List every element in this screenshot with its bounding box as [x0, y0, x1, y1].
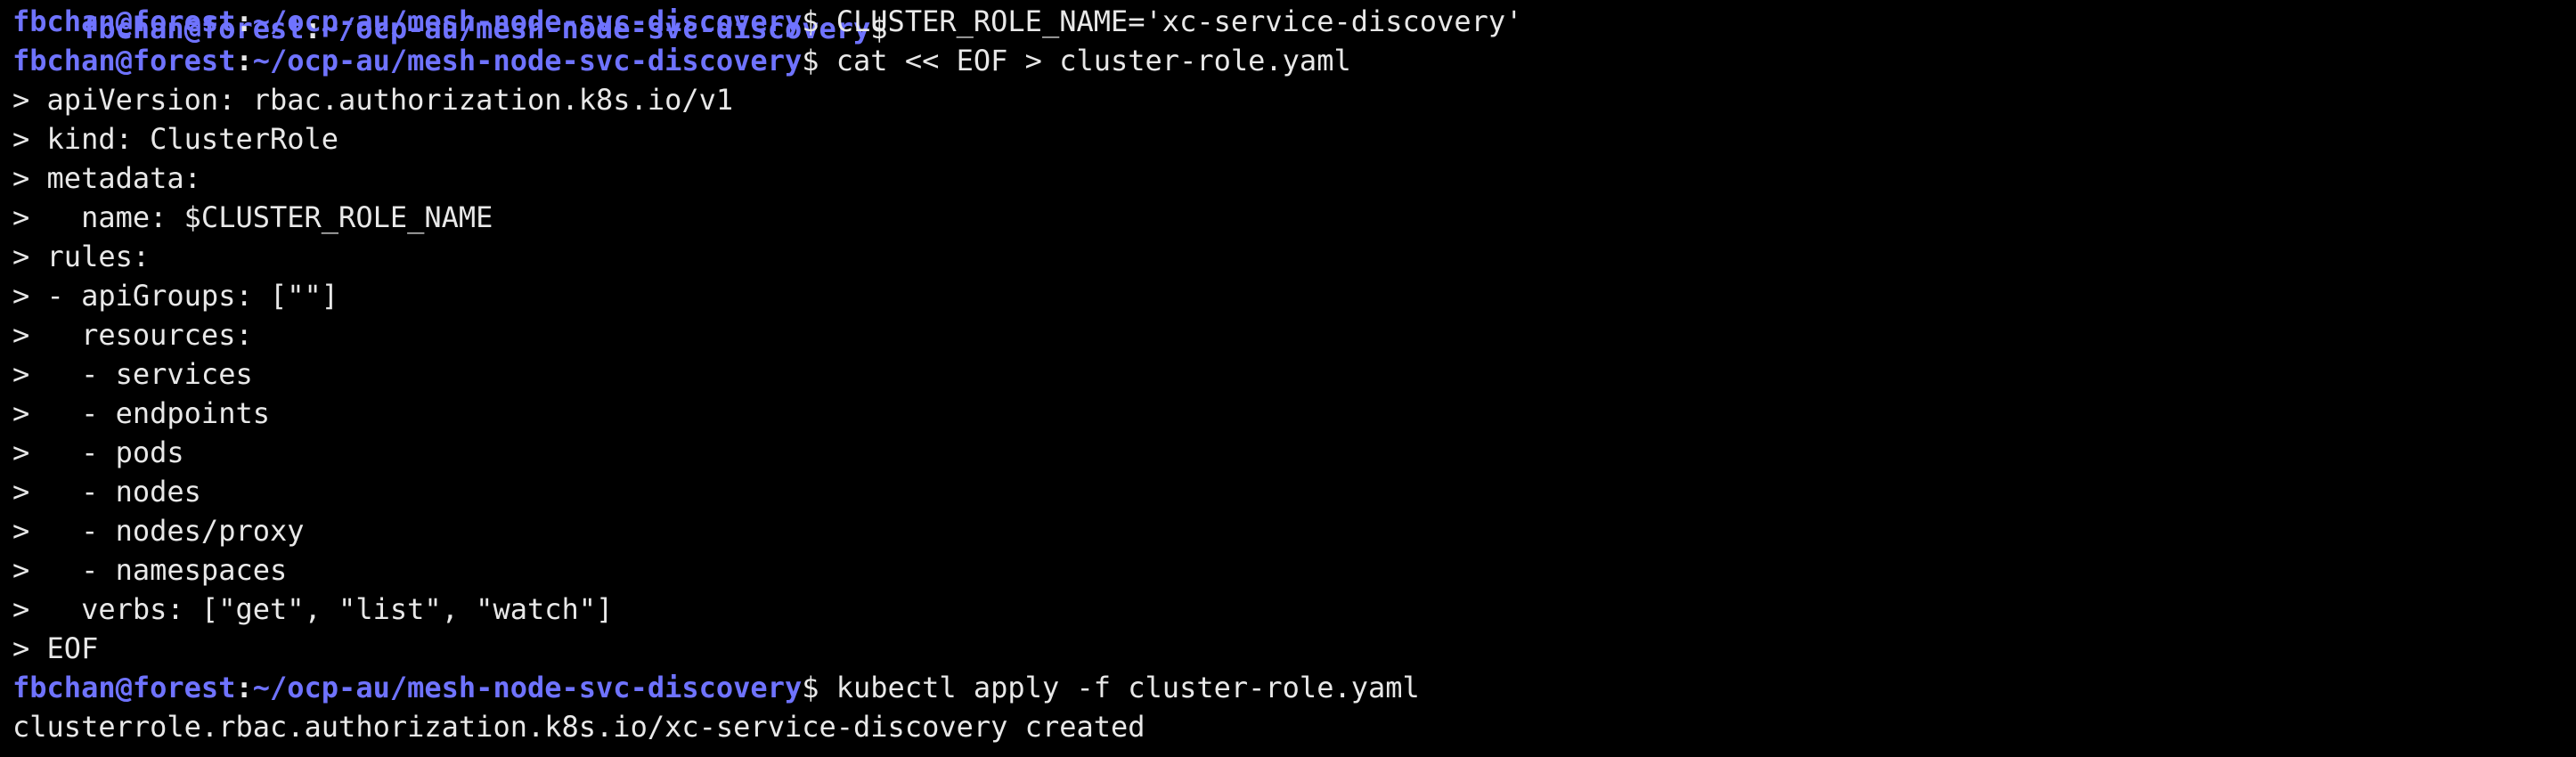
output-line: > resources: — [12, 315, 1522, 354]
output-text: > - namespaces — [12, 553, 288, 587]
output-text: > - services — [12, 357, 253, 391]
output-line: clusterrole.rbac.authorization.k8s.io/xc… — [12, 707, 1522, 746]
output-text: > - nodes/proxy — [12, 514, 305, 548]
output-text: > - pods — [12, 435, 184, 469]
output-text: > rules: — [12, 240, 151, 273]
prompt-colon: : — [235, 671, 253, 704]
output-line: > apiVersion: rbac.authorization.k8s.io/… — [12, 80, 1522, 119]
command-text: kubectl apply -f cluster-role.yaml — [819, 671, 1420, 704]
output-line: > - apiGroups: [""] — [12, 276, 1522, 315]
output-text: > kind: ClusterRole — [12, 122, 339, 156]
output-line: > name: $CLUSTER_ROLE_NAME — [12, 198, 1522, 237]
output-line: > - nodes/proxy — [12, 511, 1522, 550]
output-text: > name: $CLUSTER_ROLE_NAME — [12, 200, 493, 234]
prompt-dollar: $ — [802, 4, 819, 38]
prompt-line: fbchan@forest:~/ocp-au/mesh-node-svc-dis… — [12, 668, 1522, 707]
output-line: > metadata: — [12, 159, 1522, 198]
output-text: > EOF — [12, 631, 99, 665]
prompt-path: ~/ocp-au/mesh-node-svc-discovery — [252, 4, 803, 38]
prompt-line: fbchan@forest:~/ocp-au/mesh-node-svc-dis… — [12, 2, 1522, 41]
output-text: > - apiGroups: [""] — [12, 279, 339, 313]
prompt-dollar: $ — [802, 671, 819, 704]
command-text: cat << EOF > cluster-role.yaml — [819, 44, 1351, 77]
output-line: > - nodes — [12, 472, 1522, 511]
output-text: clusterrole.rbac.authorization.k8s.io/xc… — [12, 710, 1145, 744]
output-line: > verbs: ["get", "list", "watch"] — [12, 590, 1522, 629]
output-text: > - nodes — [12, 475, 201, 509]
command-text: CLUSTER_ROLE_NAME='xc-service-discovery' — [819, 4, 1523, 38]
prompt-colon: : — [235, 4, 253, 38]
output-line: > kind: ClusterRole — [12, 119, 1522, 159]
prompt-line: fbchan@forest:~/ocp-au/mesh-node-svc-dis… — [12, 41, 1522, 80]
output-line: > - endpoints — [12, 394, 1522, 433]
output-text: > - endpoints — [12, 396, 270, 430]
output-line: > - namespaces — [12, 550, 1522, 590]
output-line: > - pods — [12, 433, 1522, 472]
prompt-colon: : — [235, 44, 253, 77]
prompt-path: ~/ocp-au/mesh-node-svc-discovery — [252, 44, 803, 77]
output-text: > verbs: ["get", "list", "watch"] — [12, 592, 614, 626]
output-line: > EOF — [12, 629, 1522, 668]
output-text: > apiVersion: rbac.authorization.k8s.io/… — [12, 83, 734, 117]
output-line: > rules: — [12, 237, 1522, 276]
terminal-output: fbchan@forest:~/ocp-au/mesh-node-svc-dis… — [12, 2, 1522, 746]
prompt-user: fbchan@forest — [12, 44, 236, 77]
output-text: > resources: — [12, 318, 253, 352]
output-text: > metadata: — [12, 161, 201, 195]
prompt-user: fbchan@forest — [12, 671, 236, 704]
prompt-user: fbchan@forest — [12, 4, 236, 38]
prompt-dollar: $ — [802, 44, 819, 77]
prompt-path: ~/ocp-au/mesh-node-svc-discovery — [252, 671, 803, 704]
output-line: > - services — [12, 354, 1522, 394]
terminal-window[interactable]: fbchan@forest:~/ocp-au/mesh-node-svc-dis… — [0, 0, 2576, 757]
